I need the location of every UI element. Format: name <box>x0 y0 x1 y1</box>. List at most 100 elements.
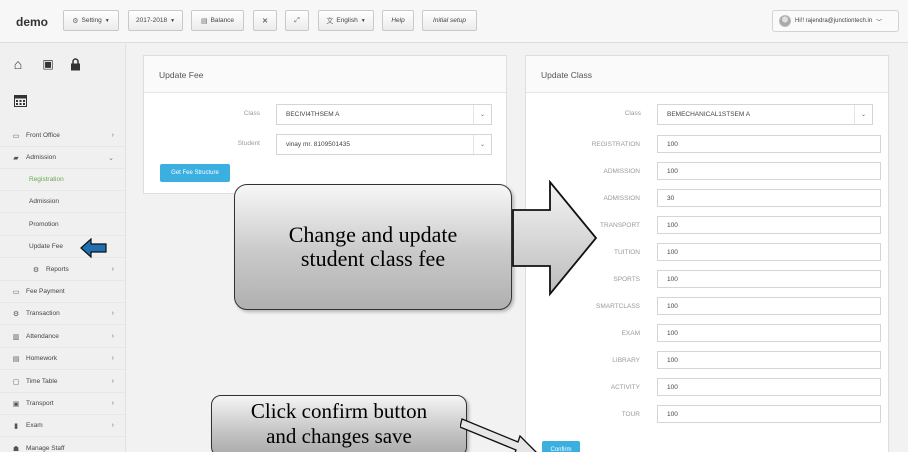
sidebar-item-label: Registration <box>29 176 64 183</box>
callout-text-line-1: Click confirm button <box>250 399 428 423</box>
fee-field-input[interactable]: 100 <box>657 243 881 261</box>
expand-button[interactable]: ⤢ <box>285 10 309 31</box>
student-select[interactable]: vinay mr. 8109501435 ⌄ <box>276 134 492 155</box>
class-label: Class <box>624 110 641 117</box>
fee-field-label: SMARTCLASS <box>596 303 640 310</box>
chevron-right-icon: › <box>111 310 114 317</box>
compress-icon: ✕ <box>262 17 268 25</box>
confirm-button[interactable]: Confirm <box>542 441 580 452</box>
callout-text-line-2: and changes save <box>266 424 412 449</box>
session-label: 2017-2018 <box>135 17 168 24</box>
student-label: Student <box>237 140 260 147</box>
sidebar-item-admission-sub[interactable]: Admission <box>0 191 125 213</box>
chevron-right-icon: › <box>111 266 114 273</box>
caret-down-icon: ▼ <box>104 17 110 24</box>
fee-field-input[interactable]: 100 <box>657 270 881 288</box>
initial-setup-button[interactable]: Initial setup <box>422 10 477 31</box>
session-dropdown[interactable]: 2017-2018 ▼ <box>128 10 183 31</box>
pointer-arrow-icon <box>460 418 537 452</box>
sidebar-item-label: Manage Staff <box>26 445 65 452</box>
sidebar-item-exam[interactable]: ▮ Exam › <box>0 415 125 437</box>
fullscreen-button[interactable]: ✕ <box>253 10 277 31</box>
help-button[interactable]: Help <box>382 10 414 31</box>
fee-field-input[interactable]: 100 <box>657 351 881 369</box>
chevron-right-icon: › <box>111 132 114 139</box>
sidebar-item-label: Admission <box>26 154 56 161</box>
user-label: Hi!! rajendra@junctiontech.in <box>795 18 873 24</box>
sidebar-item-attendance[interactable]: ▥ Attendance › <box>0 326 125 348</box>
help-label: Help <box>391 17 405 24</box>
sidebar-item-label: Front Office <box>26 132 60 139</box>
fee-field-label: LIBRARY <box>612 357 640 364</box>
chevron-down-icon: ⌄ <box>473 135 491 154</box>
get-fee-structure-button[interactable]: Get Fee Structure <box>160 164 230 182</box>
graduation-cap-icon: ▰ <box>13 154 19 162</box>
chevron-down-icon: ⌄ <box>108 154 114 162</box>
chevron-right-icon: › <box>111 333 114 340</box>
class-select[interactable]: BECIVI4THSEM A ⌄ <box>276 104 492 125</box>
chevron-down-icon: ⌄ <box>473 105 491 124</box>
setting-label: Setting <box>81 17 102 24</box>
balance-button[interactable]: ▤ Balance <box>191 10 244 31</box>
sidebar-item-label: Time Table <box>26 378 58 385</box>
chevron-right-icon: › <box>111 355 114 362</box>
fee-field-input[interactable]: 100 <box>657 405 881 423</box>
fee-field-input[interactable]: 100 <box>657 135 881 153</box>
user-menu[interactable]: Hi!! rajendra@junctiontech.in ﹀ <box>772 10 899 32</box>
sidebar-item-admission[interactable]: ▰ Admission ⌄ <box>0 147 125 169</box>
sidebar-item-front-office[interactable]: ▭ Front Office › <box>0 125 125 147</box>
update-fee-panel: Update Fee Class BECIVI4THSEM A ⌄ Studen… <box>143 55 507 194</box>
sidebar-item-label: Transaction <box>26 310 60 317</box>
chevron-down-icon: ﹀ <box>876 19 883 26</box>
sidebar-item-time-table[interactable]: ▢ Time Table › <box>0 371 125 393</box>
gear-icon: ⚙ <box>72 17 79 25</box>
balance-label: Balance <box>210 17 235 24</box>
sidebar-item-promotion[interactable]: Promotion <box>0 214 125 236</box>
update-class-title: Update Class <box>526 56 888 93</box>
sidebar-item-registration[interactable]: Registration <box>0 169 125 191</box>
fee-field-input[interactable]: 100 <box>657 297 881 315</box>
expand-icon: ⤢ <box>294 16 300 24</box>
sidebar-item-fee-payment[interactable]: ▭ Fee Payment <box>0 281 125 303</box>
language-dropdown[interactable]: 文 English ▼ <box>318 10 374 31</box>
users-icon: ☗ <box>12 445 20 452</box>
user-card-icon[interactable]: ▣ <box>40 56 56 72</box>
sidebar-item-reports[interactable]: ⚙ Reports › <box>0 259 125 281</box>
fee-field-input[interactable]: 100 <box>657 324 881 342</box>
caret-down-icon: ▼ <box>170 17 176 24</box>
sidebar-item-label: Exam <box>26 422 43 429</box>
class-select[interactable]: BEMECHANICAL1STSEM A ⌄ <box>657 104 873 125</box>
caret-down-icon: ▼ <box>360 17 366 24</box>
sidebar-item-transaction[interactable]: ⚙ Transaction › <box>0 303 125 325</box>
fee-field-label: EXAM <box>621 330 640 337</box>
calendar-icon: ▢ <box>12 378 20 386</box>
chevron-right-icon: › <box>111 422 114 429</box>
fee-field-label: REGISTRATION <box>591 141 640 148</box>
sidebar-item-manage-staff[interactable]: ☗ Manage Staff <box>0 438 125 452</box>
callout-text-line-1: Change and update <box>288 221 458 247</box>
lock-icon[interactable] <box>67 56 83 72</box>
fee-field-input[interactable]: 100 <box>657 162 881 180</box>
chart-icon: ▥ <box>12 333 20 341</box>
fee-field-input[interactable]: 30 <box>657 189 881 207</box>
sidebar-item-homework[interactable]: ▤ Homework › <box>0 348 125 370</box>
gear-icon: ⚙ <box>12 310 20 318</box>
book-icon: ▮ <box>14 422 18 430</box>
setting-dropdown[interactable]: ⚙ Setting ▼ <box>63 10 119 31</box>
calendar-icon[interactable] <box>12 92 28 108</box>
sidebar-item-label: Reports <box>46 266 69 273</box>
fee-field-label: ACTIVITY <box>610 384 640 391</box>
fee-field-label: ADMISSION <box>603 168 640 175</box>
sidebar-item-transport[interactable]: ▣ Transport › <box>0 393 125 415</box>
sidebar-item-label: Transport <box>26 400 54 407</box>
home-icon[interactable]: ⌂ <box>10 56 26 72</box>
class-select-value: BECIVI4THSEM A <box>286 111 340 118</box>
brand-logo: demo <box>16 15 49 29</box>
sidebar-item-label: Admission <box>29 198 59 205</box>
database-icon: ▤ <box>200 17 208 25</box>
large-arrow-icon <box>512 180 598 297</box>
fee-field-input[interactable]: 100 <box>657 378 881 396</box>
fee-field-input[interactable]: 100 <box>657 216 881 234</box>
class-label: Class <box>243 110 260 117</box>
sidebar-item-label: Fee Payment <box>26 288 65 295</box>
